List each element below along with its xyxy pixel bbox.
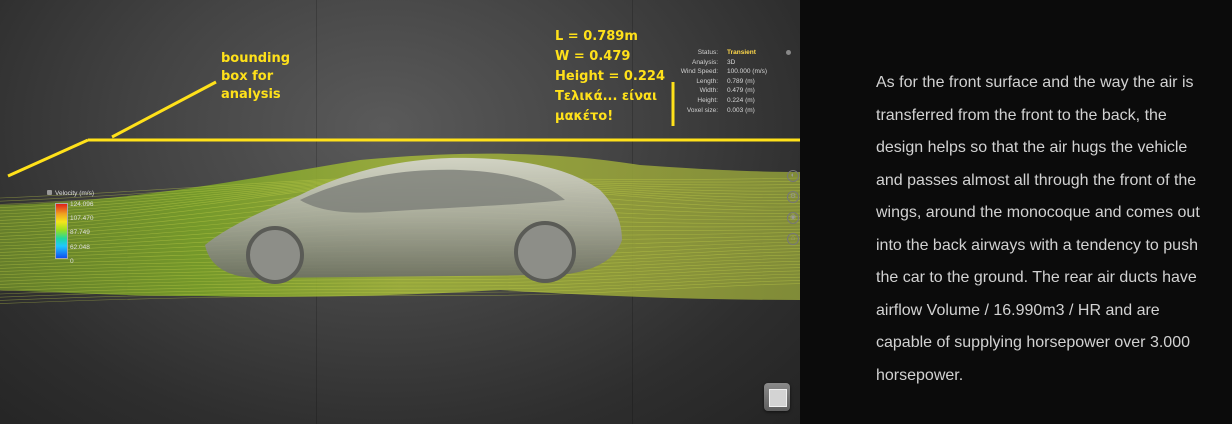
front-wheel xyxy=(246,226,304,284)
status-key: Status: xyxy=(697,49,718,56)
status-key: Analysis: xyxy=(691,58,718,66)
simulation-viewport[interactable]: bounding box for analysis L = 0.789m W =… xyxy=(0,0,800,424)
status-row: Width: 0.479 (m) xyxy=(673,86,793,96)
status-row: Status: Transient xyxy=(673,48,793,58)
note-line: L = 0.789m xyxy=(555,29,638,44)
camera-icon[interactable]: ◉ xyxy=(787,212,799,224)
settings-icon[interactable]: ⚙ xyxy=(787,191,799,203)
dimensions-note: L = 0.789m W = 0.479 Height = 0.224 Τελι… xyxy=(555,27,665,127)
legend-tick: 87.749 xyxy=(70,229,90,236)
legend-title: Velocity (m/s) xyxy=(47,190,94,197)
status-value: 100.000 (m/s) xyxy=(727,68,768,76)
legend-tick: 124.096 xyxy=(70,201,94,208)
rear-wheel xyxy=(514,221,576,283)
simulation-status-panel: Status: Transient Analysis: 3D Wind Speed:… xyxy=(673,48,793,115)
status-value: 0.479 (m) xyxy=(727,87,755,95)
rotate-view-icon[interactable]: ◐ xyxy=(787,170,799,182)
note-line: bounding xyxy=(221,51,291,66)
panel-options-icon[interactable] xyxy=(786,50,791,55)
status-value: Transient xyxy=(727,49,756,56)
status-key: Height: xyxy=(697,96,718,104)
home-view-icon[interactable]: ⌂ xyxy=(787,233,799,245)
status-key: Voxel size: xyxy=(686,106,718,114)
bounding-box-slant-line xyxy=(7,138,89,178)
status-row: Height: 0.224 (m) xyxy=(673,96,793,106)
article-text: As for the front surface and the way the… xyxy=(876,74,1200,384)
status-value: 0.224 (m) xyxy=(727,96,755,104)
status-key: Wind Speed: xyxy=(680,68,718,76)
status-row: Analysis: 3D xyxy=(673,58,793,68)
status-row: Wind Speed: 100.000 (m/s) xyxy=(673,67,793,77)
legend-tick: 107.470 xyxy=(70,215,94,222)
velocity-legend: Velocity (m/s) 124.096 107.470 87.749 62… xyxy=(47,190,117,280)
status-row: Voxel size: 0.003 (m) xyxy=(673,106,793,116)
legend-tick: 0 xyxy=(70,258,74,265)
note-line: μακέτο! xyxy=(555,109,614,124)
status-key: Width: xyxy=(699,87,718,95)
status-value: 0.789 (m) xyxy=(727,77,755,85)
legend-collapse-icon[interactable] xyxy=(47,190,52,195)
legend-tick: 62.048 xyxy=(70,244,90,251)
status-row: Length: 0.789 (m) xyxy=(673,77,793,87)
status-key: Length: xyxy=(696,77,718,85)
viewport-side-toolbar: ◐ ⚙ ◉ ⌂ xyxy=(785,170,799,254)
note-pointer-line xyxy=(111,80,217,139)
note-line: Τελικά... είναι xyxy=(555,89,658,104)
note-line: box for xyxy=(221,69,274,84)
legend-title-text: Velocity (m/s) xyxy=(55,190,95,197)
legend-color-bar xyxy=(55,203,68,259)
note-line: W = 0.479 xyxy=(555,49,631,64)
status-value: 3D xyxy=(727,58,736,66)
view-cube-icon xyxy=(769,389,787,407)
note-line: analysis xyxy=(221,87,281,102)
view-cube-button[interactable] xyxy=(764,383,790,411)
status-value: 0.003 (m) xyxy=(727,106,755,114)
bounding-box-note: bounding box for analysis xyxy=(221,50,311,104)
note-line: Height = 0.224 xyxy=(555,69,665,84)
